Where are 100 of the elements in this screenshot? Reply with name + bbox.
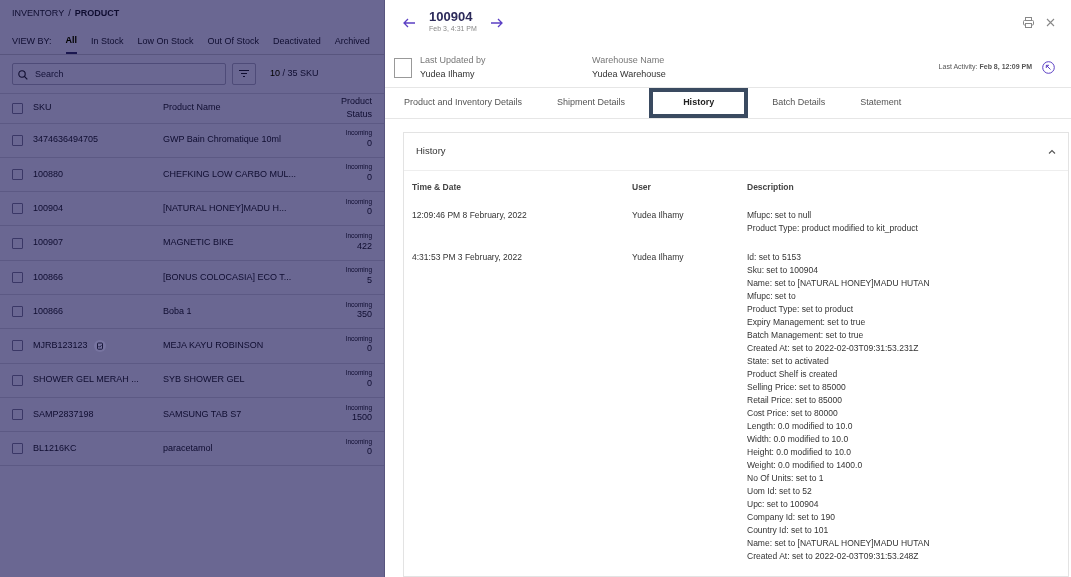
history-time: 12:09:46 PM 8 February, 2022 <box>412 210 527 220</box>
filter-button[interactable] <box>232 62 256 85</box>
sku-link[interactable]: 100866 <box>33 270 64 285</box>
product-name: CHEFKING LOW CARBO MUL... <box>163 167 297 181</box>
history-description-line: Name: set to [NATURAL HONEY]MADU HUTAN <box>747 537 931 550</box>
status-value: 0 <box>367 137 372 150</box>
status-value: 5 <box>367 274 372 287</box>
sku-link[interactable]: 100866 <box>33 304 64 319</box>
sku-link[interactable]: 100907 <box>33 236 64 250</box>
history-description-line: Created At: set to 2022-02-03T09:31:53.231Z <box>747 342 920 355</box>
history-description-line: Id: set to 5153 <box>747 251 802 264</box>
history-description-line: Uom Id: set to 52 <box>747 485 813 498</box>
view-by-label: VIEW BY: <box>12 35 52 49</box>
history-description-line: Expiry Management: set to true <box>747 316 867 329</box>
column-header: Product Status <box>339 94 372 121</box>
detail-tab[interactable]: Statement <box>849 88 913 118</box>
product-name: SAMSUNG TAB S7 <box>163 407 243 421</box>
product-name: GWP Bain Chromatique 10ml <box>163 133 282 147</box>
history-description-line: Height: 0.0 modified to 10.0 <box>747 446 852 459</box>
filter-tab[interactable]: Archived <box>334 30 370 54</box>
product-name: MEJA KAYU ROBINSON <box>163 339 265 353</box>
history-description-line: Mfupc: set to null <box>747 209 813 222</box>
status-value: 0 <box>367 206 372 219</box>
section-title: History <box>416 144 446 159</box>
column-header: User <box>632 182 651 193</box>
column-header: Product Name <box>163 101 222 115</box>
history-description-line: Country Id: set to 101 <box>747 524 830 537</box>
history-description-line: Retail Price: set to 85000 <box>747 394 843 407</box>
history-time: 4:31:53 PM 3 February, 2022 <box>412 252 522 262</box>
row-checkbox[interactable] <box>12 203 23 215</box>
product-name: [NATURAL HONEY]MADU H... <box>163 202 288 215</box>
sku-count: 10 <box>270 67 280 78</box>
row-checkbox[interactable] <box>12 168 23 180</box>
filter-tab[interactable]: Out Of Stock <box>207 30 260 54</box>
back-arrow-icon[interactable] <box>403 17 415 28</box>
history-description-line: Width: 0.0 modified to 10.0 <box>747 433 850 446</box>
history-description-line: Created At: set to 2022-02-03T09:31:53.248Z <box>747 550 920 563</box>
search-field[interactable]: Search <box>12 62 226 85</box>
history-description-line: Sku: set to 100904 <box>747 264 819 277</box>
field-value: Yudea Ilhamy <box>420 67 476 81</box>
history-description-line: Product Type: product modified to kit_product <box>747 222 919 235</box>
sku-link[interactable]: 100904 <box>33 202 64 216</box>
row-checkbox[interactable] <box>12 409 23 420</box>
next-arrow-icon[interactable] <box>490 17 503 28</box>
row-checkbox[interactable] <box>12 237 23 249</box>
status-value: 350 <box>356 309 372 322</box>
field-label: Last Updated by <box>420 54 487 67</box>
history-description-line: Product Shelf is created <box>747 368 839 381</box>
detail-tab[interactable]: Batch Details <box>761 88 837 118</box>
sku-link[interactable]: SHOWER GEL MERAH ... <box>33 373 139 387</box>
chevron-up-icon[interactable] <box>1048 149 1056 155</box>
history-user: Yudea Ilhamy <box>632 210 684 220</box>
row-checkbox[interactable] <box>12 443 23 455</box>
row-checkbox[interactable] <box>12 306 23 318</box>
sku-link[interactable]: BL1216KC <box>33 442 77 456</box>
avatar <box>394 57 412 78</box>
breadcrumb-link[interactable]: INVENTORY <box>12 8 65 18</box>
print-icon[interactable] <box>1023 17 1034 29</box>
detail-tab[interactable]: History <box>649 88 749 118</box>
history-description-line: Product Type: set to product <box>747 303 855 316</box>
sku-link[interactable]: 3474636494705 <box>33 133 99 147</box>
row-checkbox[interactable] <box>12 271 23 283</box>
breadcrumb-separator: / <box>68 8 71 18</box>
history-description-line: Selling Price: set to 85000 <box>747 381 847 394</box>
history-description-line: Name: set to [NATURAL HONEY]MADU HUTAN <box>747 277 931 290</box>
arrow-circle-icon[interactable] <box>1042 60 1055 74</box>
status-value: 0 <box>367 171 372 184</box>
filter-tab[interactable]: All <box>65 30 78 54</box>
filter-icon <box>239 70 249 77</box>
filter-tab[interactable]: Low On Stock <box>137 30 194 54</box>
product-name: MAGNETIC BIKE <box>163 236 235 250</box>
row-checkbox[interactable] <box>12 374 23 386</box>
history-user: Yudea Ilhamy <box>632 252 684 262</box>
sku-link[interactable]: MJRB123123 <box>33 339 88 353</box>
detail-tab[interactable]: Product and Inventory Details <box>393 88 534 118</box>
history-description-line: Company Id: set to 190 <box>747 511 836 524</box>
row-checkbox[interactable] <box>12 340 23 352</box>
filter-tab[interactable]: In Stock <box>91 30 124 54</box>
product-name: Boba 1 <box>163 304 193 318</box>
status-value: 0 <box>367 343 372 356</box>
product-name: paracetamol <box>163 442 214 456</box>
sku-link[interactable]: SAMP2837198 <box>33 407 94 422</box>
product-name: SYB SHOWER GEL <box>163 373 246 387</box>
search-icon <box>18 70 28 81</box>
status-value: 0 <box>367 377 372 390</box>
detail-tab[interactable]: Shipment Details <box>546 88 637 118</box>
status-value: 422 <box>356 240 372 253</box>
sku-total: / 35 SKU <box>281 67 319 78</box>
select-all-checkbox[interactable] <box>12 102 23 114</box>
history-description-line: Cost Price: set to 80000 <box>747 407 839 420</box>
filter-tab[interactable]: Deactivated <box>273 30 321 54</box>
close-icon[interactable] <box>1046 18 1055 28</box>
history-description-line: Upc: set to 100904 <box>747 498 820 511</box>
sku-link[interactable]: 100880 <box>33 167 64 182</box>
column-header: SKU <box>33 101 52 115</box>
clipboard-check-icon[interactable] <box>93 339 106 352</box>
history-description-line: Length: 0.0 modified to 10.0 <box>747 420 854 433</box>
row-checkbox[interactable] <box>12 134 23 146</box>
history-description-line: Mfupc: set to <box>747 290 797 303</box>
history-description-line: No Of Units: set to 1 <box>747 472 825 485</box>
